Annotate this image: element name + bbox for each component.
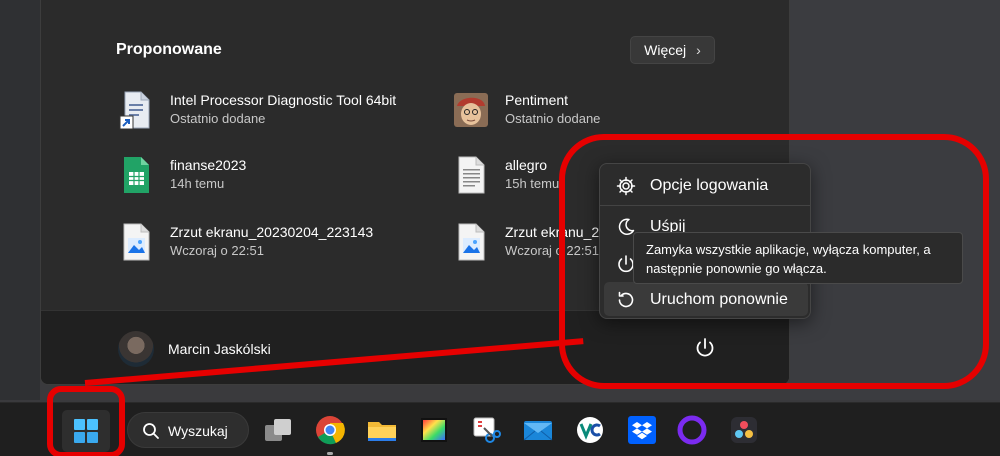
task-view-icon[interactable] <box>262 414 294 446</box>
mail-icon[interactable] <box>522 414 554 446</box>
recommended-item[interactable]: Zrzut ekranu_20230204_223143 Wczoraj o 2… <box>118 218 438 266</box>
item-subtitle: 14h temu <box>170 176 225 191</box>
taskbar: Wyszukaj <box>0 402 1000 456</box>
user-name[interactable]: Marcin Jaskólski <box>168 341 271 357</box>
file-explorer-icon[interactable] <box>366 414 398 446</box>
item-name: allegro <box>505 157 548 173</box>
recommended-item[interactable]: Intel Processor Diagnostic Tool 64bit Os… <box>118 86 438 134</box>
avatar[interactable] <box>118 331 154 367</box>
snipping-tool-icon[interactable] <box>470 414 502 446</box>
item-subtitle: 15h temu <box>505 176 560 191</box>
shortcut-file-icon <box>119 91 150 130</box>
item-name: Zrzut ekranu_20230204_223143 <box>170 224 374 240</box>
color-app-icon[interactable] <box>418 414 450 446</box>
search-icon <box>143 423 159 439</box>
chevron-right-icon: › <box>696 42 701 58</box>
vc-app-icon[interactable] <box>574 414 606 446</box>
item-name: Pentiment <box>505 92 569 108</box>
search-box[interactable]: Wyszukaj <box>127 412 249 448</box>
image-file-icon <box>458 223 485 261</box>
annotation-circle-power-menu <box>559 134 989 389</box>
item-subtitle: Ostatnio dodane <box>505 111 601 126</box>
text-document-icon <box>458 156 485 194</box>
search-label: Wyszukaj <box>168 423 228 439</box>
desktop-background-left <box>0 0 40 400</box>
recommended-title: Proponowane <box>116 41 222 58</box>
dropbox-icon[interactable] <box>626 414 658 446</box>
cortana-icon[interactable] <box>676 414 708 446</box>
item-name: finanse2023 <box>170 157 247 173</box>
image-file-icon <box>123 223 150 261</box>
item-subtitle: Wczoraj o 22:51 <box>170 243 264 258</box>
spreadsheet-icon <box>124 157 149 193</box>
chrome-icon[interactable] <box>314 414 346 446</box>
item-name: Intel Processor Diagnostic Tool 64bit <box>170 92 397 108</box>
item-subtitle: Ostatnio dodane <box>170 111 266 126</box>
more-button-label: Więcej <box>644 42 687 58</box>
recommended-item[interactable]: Pentiment Ostatnio dodane <box>453 86 673 134</box>
davinci-resolve-icon[interactable] <box>728 414 760 446</box>
recommended-item[interactable]: finanse2023 14h temu <box>118 151 438 199</box>
more-button[interactable]: Więcej › <box>630 36 715 64</box>
annotation-box-start-button <box>47 386 125 456</box>
running-indicator <box>327 452 333 455</box>
pentiment-app-icon <box>454 93 488 127</box>
